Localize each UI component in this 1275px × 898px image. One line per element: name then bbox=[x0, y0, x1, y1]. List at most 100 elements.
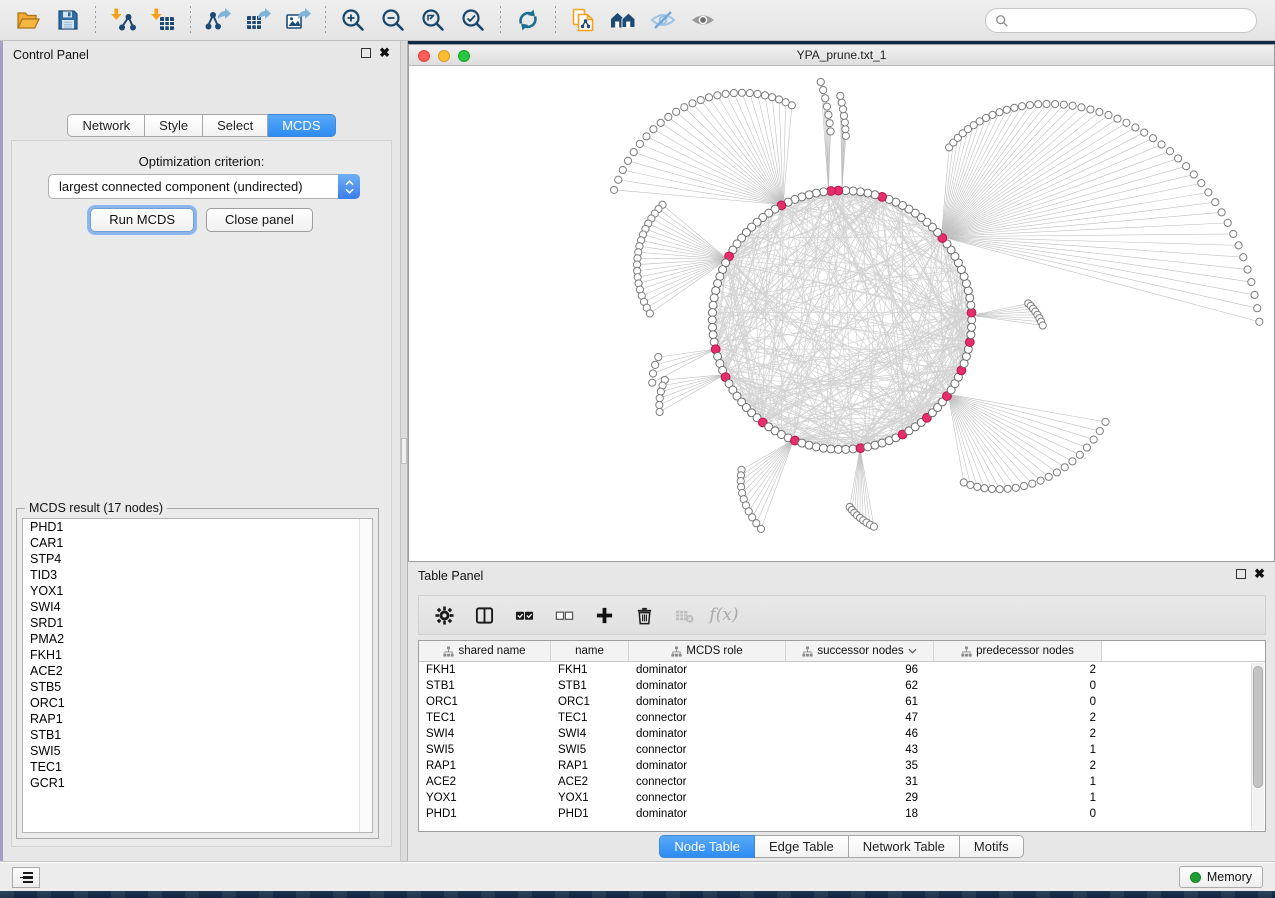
table-cell-role: connector bbox=[629, 742, 786, 758]
first-neighbors-button[interactable] bbox=[603, 3, 643, 37]
zoom-in-button[interactable] bbox=[333, 3, 373, 37]
tab-edge-table[interactable]: Edge Table bbox=[755, 835, 849, 858]
column-header-shared-name[interactable]: shared name bbox=[419, 641, 551, 661]
open-session-button[interactable] bbox=[8, 3, 48, 37]
delete-row-button[interactable] bbox=[631, 602, 657, 628]
table-row[interactable]: SWI4SWI4dominator462 bbox=[419, 726, 1265, 742]
float-window-icon[interactable] bbox=[1236, 569, 1246, 579]
table-row[interactable]: RAP1RAP1dominator352 bbox=[419, 758, 1265, 774]
run-mcds-button[interactable]: Run MCDS bbox=[90, 208, 194, 232]
optimization-select[interactable]: largest connected component (undirected) bbox=[48, 174, 360, 199]
table-cell-successors: 47 bbox=[786, 710, 934, 726]
zoom-out-button[interactable] bbox=[373, 3, 413, 37]
node-table[interactable]: shared namenameMCDS rolesuccessor nodesp… bbox=[418, 640, 1266, 832]
mcds-result-item[interactable]: STB5 bbox=[23, 679, 372, 695]
column-header-MCDS-role[interactable]: MCDS role bbox=[629, 641, 786, 661]
mcds-result-item[interactable]: ORC1 bbox=[23, 695, 372, 711]
close-window-icon[interactable] bbox=[418, 50, 430, 62]
minimize-window-icon[interactable] bbox=[438, 50, 450, 62]
task-history-button[interactable] bbox=[12, 867, 40, 888]
table-cell-shared_name: PHD1 bbox=[419, 806, 551, 822]
zoom-fit-button[interactable] bbox=[413, 3, 453, 37]
mcds-result-item[interactable]: SWI5 bbox=[23, 743, 372, 759]
column-header-predecessor-nodes[interactable]: predecessor nodes bbox=[934, 641, 1102, 661]
table-row[interactable]: STB1STB1dominator620 bbox=[419, 678, 1265, 694]
maximize-window-icon[interactable] bbox=[458, 50, 470, 62]
save-session-button[interactable] bbox=[48, 3, 88, 37]
memory-button[interactable]: Memory bbox=[1179, 866, 1263, 888]
network-canvas[interactable] bbox=[409, 67, 1274, 561]
float-window-icon[interactable] bbox=[361, 48, 371, 58]
column-header-name[interactable]: name bbox=[551, 641, 629, 661]
column-header-successor-nodes[interactable]: successor nodes bbox=[786, 641, 934, 661]
mcds-result-item[interactable]: FKH1 bbox=[23, 647, 372, 663]
export-table-icon bbox=[245, 7, 271, 33]
list-icon bbox=[19, 872, 33, 883]
mcds-result-item[interactable]: RAP1 bbox=[23, 711, 372, 727]
import-network-button[interactable] bbox=[103, 3, 143, 37]
vertical-splitter[interactable] bbox=[400, 41, 408, 861]
mcds-result-item[interactable]: TID3 bbox=[23, 567, 372, 583]
search-field[interactable] bbox=[985, 8, 1257, 33]
network-titlebar[interactable]: YPA_prune.txt_1 bbox=[409, 45, 1274, 66]
open-folder-icon bbox=[15, 7, 41, 33]
mcds-result-item[interactable]: GCR1 bbox=[23, 775, 372, 791]
table-options-button[interactable] bbox=[431, 602, 457, 628]
table-row[interactable]: PHD1PHD1dominator180 bbox=[419, 806, 1265, 822]
mcds-result-item[interactable]: CAR1 bbox=[23, 535, 372, 551]
duplicate-network-button[interactable] bbox=[563, 3, 603, 37]
tab-style[interactable]: Style bbox=[145, 114, 203, 137]
mcds-result-item[interactable]: SWI4 bbox=[23, 599, 372, 615]
table-row[interactable]: TEC1TEC1connector472 bbox=[419, 710, 1265, 726]
select-all-button[interactable] bbox=[511, 602, 537, 628]
tab-motifs[interactable]: Motifs bbox=[960, 835, 1024, 858]
delete-column-button[interactable] bbox=[671, 602, 697, 628]
table-scrollbar-thumb[interactable] bbox=[1253, 666, 1263, 788]
mcds-result-item[interactable]: ACE2 bbox=[23, 663, 372, 679]
export-table-button[interactable] bbox=[238, 3, 278, 37]
export-image-button[interactable] bbox=[278, 3, 318, 37]
splitter-handle[interactable] bbox=[401, 438, 407, 464]
toolbar-separator bbox=[95, 6, 96, 34]
table-row[interactable]: ACE2ACE2connector311 bbox=[419, 774, 1265, 790]
table-scrollbar[interactable] bbox=[1251, 663, 1264, 830]
tab-select[interactable]: Select bbox=[203, 114, 268, 137]
toolbar-separator bbox=[555, 6, 556, 34]
close-panel-button[interactable]: Close panel bbox=[206, 208, 313, 232]
export-image-icon bbox=[285, 7, 311, 33]
import-table-button[interactable] bbox=[143, 3, 183, 37]
mcds-result-item[interactable]: TEC1 bbox=[23, 759, 372, 775]
table-row[interactable]: YOX1YOX1connector291 bbox=[419, 790, 1265, 806]
mcds-result-item[interactable]: PMA2 bbox=[23, 631, 372, 647]
mcds-result-item[interactable]: STP4 bbox=[23, 551, 372, 567]
mcds-result-item[interactable]: YOX1 bbox=[23, 583, 372, 599]
close-panel-icon[interactable]: ✖ bbox=[1254, 569, 1265, 579]
mcds-result-list[interactable]: PHD1CAR1STP4TID3YOX1SWI4SRD1PMA2FKH1ACE2… bbox=[22, 518, 373, 833]
tab-mcds[interactable]: MCDS bbox=[268, 114, 335, 137]
hide-selected-button[interactable] bbox=[643, 3, 683, 37]
tab-network[interactable]: Network bbox=[67, 114, 145, 137]
mcds-result-item[interactable]: SRD1 bbox=[23, 615, 372, 631]
table-row[interactable]: ORC1ORC1dominator610 bbox=[419, 694, 1265, 710]
zoom-selected-button[interactable] bbox=[453, 3, 493, 37]
table-row[interactable]: SWI5SWI5connector431 bbox=[419, 742, 1265, 758]
function-builder-button[interactable]: f(x) bbox=[711, 602, 737, 628]
table-cell-predecessors: 0 bbox=[934, 678, 1102, 694]
search-input[interactable] bbox=[1014, 11, 1256, 31]
table-cell-role: dominator bbox=[629, 806, 786, 822]
zoom-in-icon bbox=[340, 7, 366, 33]
tab-network-table[interactable]: Network Table bbox=[849, 835, 960, 858]
mcds-list-scrollbar[interactable] bbox=[359, 519, 372, 832]
export-network-button[interactable] bbox=[198, 3, 238, 37]
refresh-layout-button[interactable] bbox=[508, 3, 548, 37]
tab-node-table[interactable]: Node Table bbox=[659, 835, 755, 858]
table-cell-predecessors: 2 bbox=[934, 710, 1102, 726]
mcds-result-item[interactable]: STB1 bbox=[23, 727, 372, 743]
show-column-button[interactable] bbox=[471, 602, 497, 628]
close-panel-icon[interactable]: ✖ bbox=[379, 48, 390, 58]
add-column-button[interactable] bbox=[591, 602, 617, 628]
table-row[interactable]: FKH1FKH1dominator962 bbox=[419, 662, 1265, 678]
show-all-button[interactable] bbox=[683, 3, 723, 37]
mcds-result-item[interactable]: PHD1 bbox=[23, 519, 372, 535]
deselect-all-button[interactable] bbox=[551, 602, 577, 628]
